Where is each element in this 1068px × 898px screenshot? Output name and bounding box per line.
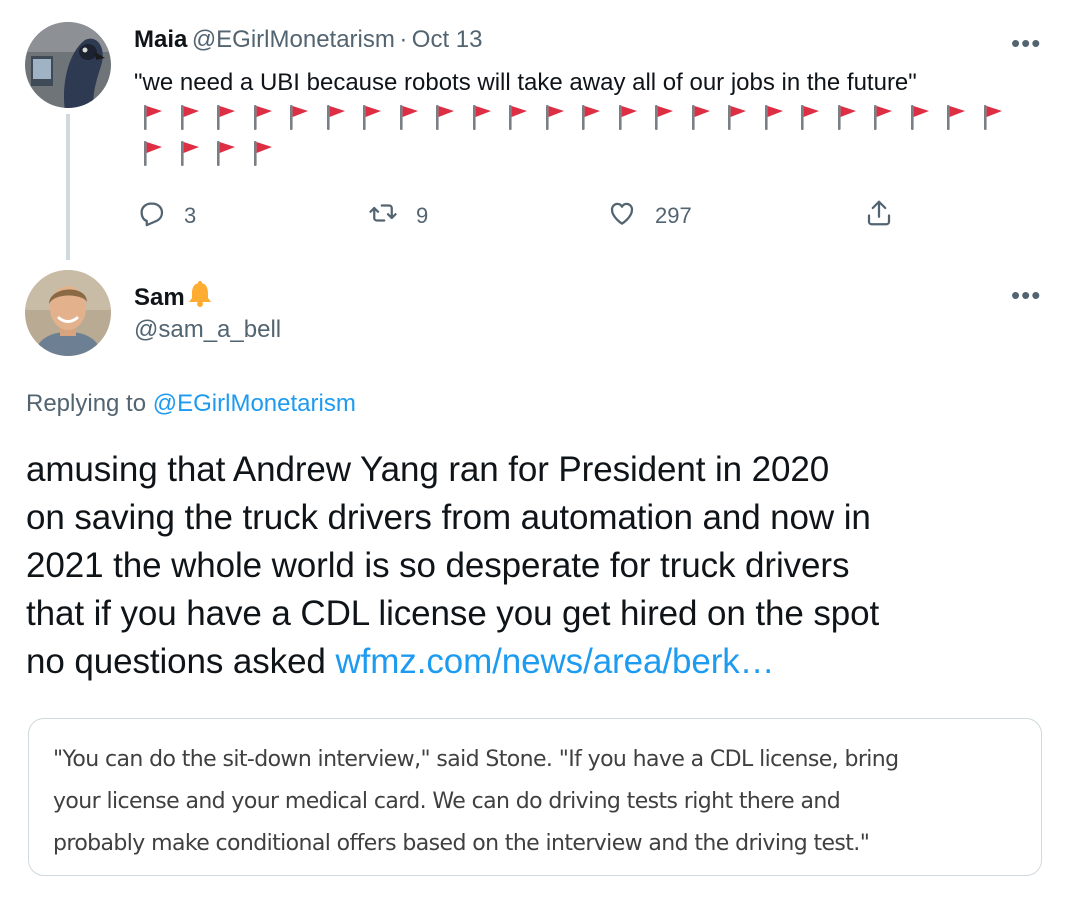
retweet-count: 9: [416, 203, 429, 228]
card-text-line: "You can do the sit-down interview," sai…: [53, 747, 899, 772]
main-more-options-button[interactable]: •••: [1011, 282, 1041, 308]
retweet-button[interactable]: 9: [368, 198, 428, 234]
parent-author-name[interactable]: Maia: [134, 26, 187, 53]
red-flag-emoji: [397, 103, 434, 139]
parent-tweet-header: Maia @EGirlMonetarism · Oct 13: [134, 26, 482, 54]
tweet-text-line: amusing that Andrew Yang ran for Preside…: [26, 450, 830, 489]
like-button[interactable]: 297: [607, 198, 692, 234]
red-flag-emoji: [141, 103, 178, 139]
like-icon: [607, 198, 655, 234]
red-flag-emoji: [141, 139, 178, 175]
tweet-text-line: on saving the truck drivers from automat…: [26, 498, 871, 537]
red-flag-emoji: [470, 103, 507, 139]
red-flag-emoji: [689, 103, 726, 139]
thread-connector-line: [66, 114, 70, 260]
tweet-text-line: 2021 the whole world is so desperate for…: [26, 546, 850, 585]
tweet-text-last-line: no questions asked: [26, 642, 326, 681]
card-text-line: probably make conditional offers based o…: [53, 831, 870, 856]
red-flag-emoji: [871, 103, 908, 139]
share-icon: [864, 198, 912, 234]
main-author-name-row: Sam: [134, 280, 213, 313]
red-flag-emoji: [287, 103, 324, 139]
red-flag-emoji: [981, 103, 1018, 139]
red-flag-emoji: [908, 103, 945, 139]
parent-tweet-date[interactable]: Oct 13: [412, 26, 483, 53]
red-flag-emoji: [360, 103, 397, 139]
share-button[interactable]: [864, 198, 912, 234]
red-flag-emoji: [616, 103, 653, 139]
red-flag-emoji: [506, 103, 543, 139]
avatar-sam[interactable]: [25, 270, 111, 356]
tweet-text-line-with-link: no questions asked wfmz.com/news/area/be…: [26, 638, 1056, 686]
replying-to-label: Replying to: [26, 390, 147, 417]
reply-icon: [136, 198, 184, 234]
avatar-maia[interactable]: [25, 22, 111, 108]
red-flag-emoji: [835, 103, 872, 139]
tweet-text-line: that if you have a CDL license you get h…: [26, 594, 880, 633]
red-flag-emoji: [214, 103, 251, 139]
parent-tweet-text: "we need a UBI because robots will take …: [134, 69, 917, 96]
like-count: 297: [655, 203, 692, 228]
red-flag-emoji: [214, 139, 251, 175]
red-flag-emoji: [251, 103, 288, 139]
red-flag-emoji: [324, 103, 361, 139]
red-flag-emoji: [944, 103, 981, 139]
quoted-article-card[interactable]: "You can do the sit-down interview," sai…: [28, 718, 1042, 876]
bell-icon: [187, 280, 213, 313]
red-flag-emoji: [652, 103, 689, 139]
replying-to-handle-link[interactable]: @EGirlMonetarism: [153, 390, 356, 417]
red-flag-emoji-row: [141, 103, 1046, 175]
parent-author-handle[interactable]: @EGirlMonetarism: [192, 26, 395, 53]
header-separator: ·: [399, 26, 408, 53]
red-flag-emoji: [762, 103, 799, 139]
card-quote-text: "You can do the sit-down interview," sai…: [53, 739, 1017, 865]
red-flag-emoji: [543, 103, 580, 139]
reply-button[interactable]: 3: [136, 198, 196, 234]
main-tweet-text: amusing that Andrew Yang ran for Preside…: [26, 446, 1056, 686]
red-flag-emoji: [798, 103, 835, 139]
main-author-handle[interactable]: @sam_a_bell: [134, 316, 281, 344]
parent-more-options-button[interactable]: •••: [1011, 30, 1041, 56]
card-text-line: your license and your medical card. We c…: [53, 789, 841, 814]
red-flag-emoji: [579, 103, 616, 139]
reply-count: 3: [184, 203, 197, 228]
main-author-name[interactable]: Sam: [134, 284, 185, 311]
red-flag-emoji: [178, 139, 215, 175]
red-flag-emoji: [433, 103, 470, 139]
red-flag-emoji: [178, 103, 215, 139]
red-flag-emoji: [725, 103, 762, 139]
red-flag-emoji: [251, 139, 288, 175]
replying-to-line: Replying to @EGirlMonetarism: [26, 390, 356, 418]
retweet-icon: [368, 198, 416, 234]
article-link[interactable]: wfmz.com/news/area/berk…: [335, 642, 774, 681]
